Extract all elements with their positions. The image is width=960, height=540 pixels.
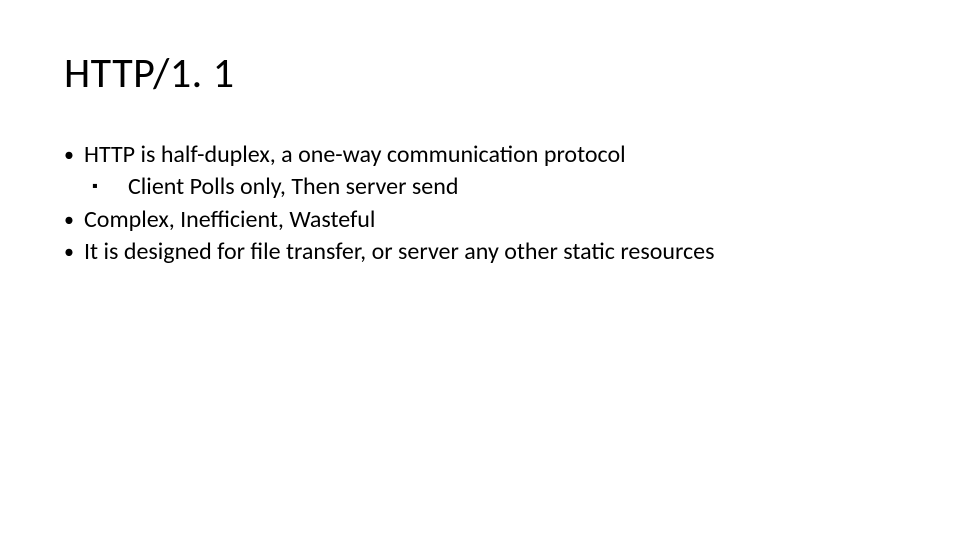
bullet-icon: • (64, 236, 84, 268)
list-item-text: It is designed for file transfer, or ser… (84, 236, 896, 268)
list-item-text: HTTP is half-duplex, a one-way communica… (84, 139, 896, 171)
bullet-icon: • (64, 204, 84, 236)
slide: HTTP/1. 1 • HTTP is half-duplex, a one-w… (0, 0, 960, 540)
list-item: • It is designed for file transfer, or s… (64, 236, 896, 268)
bullet-icon: • (64, 139, 84, 171)
list-item-text: Complex, Inefficient, Wasteful (84, 204, 896, 236)
list-item-text: Client Polls only, Then server send (128, 171, 896, 203)
bullet-list: • HTTP is half-duplex, a one-way communi… (64, 139, 896, 269)
square-bullet-icon: ▪ (92, 171, 128, 203)
list-item: • HTTP is half-duplex, a one-way communi… (64, 139, 896, 171)
list-item: • Complex, Inefficient, Wasteful (64, 204, 896, 236)
list-item: ▪ Client Polls only, Then server send (92, 171, 896, 203)
slide-title: HTTP/1. 1 (64, 48, 896, 99)
